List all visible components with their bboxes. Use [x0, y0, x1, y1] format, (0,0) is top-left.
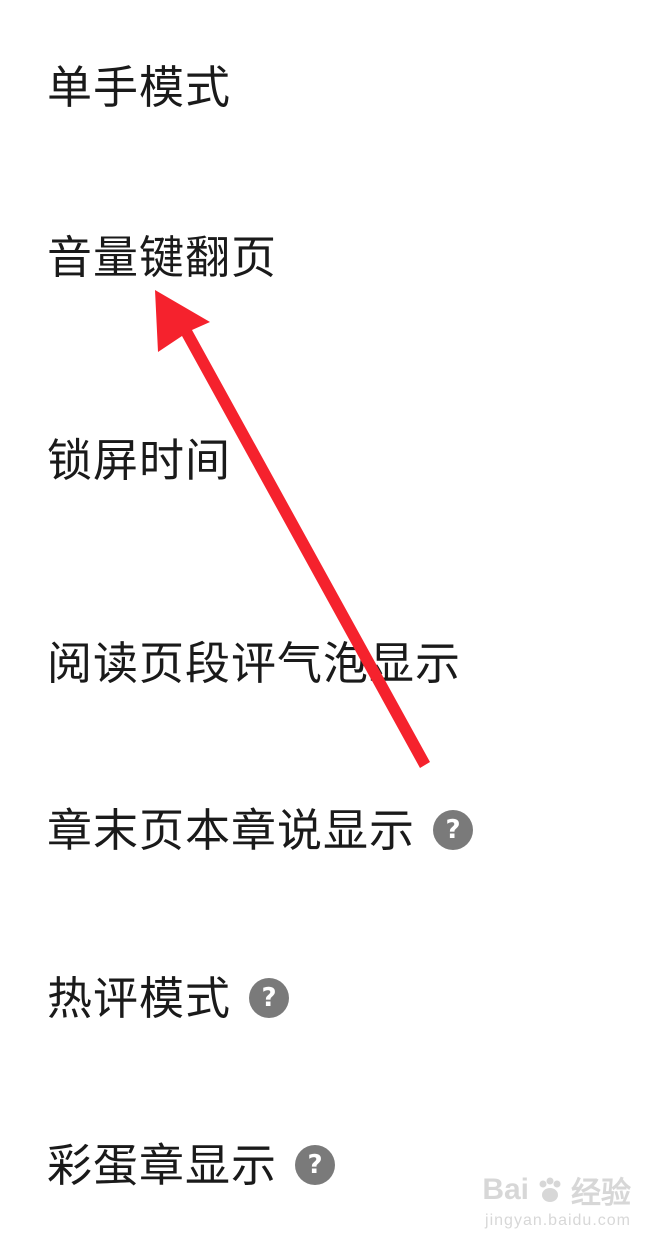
setting-label: 锁屏时间: [47, 433, 232, 487]
setting-row-paragraph-comment-bubble[interactable]: 阅读页段评气泡显示: [0, 608, 661, 718]
setting-label: 音量键翻页: [47, 230, 278, 284]
setting-row-one-hand-mode[interactable]: 单手模式: [0, 32, 661, 142]
setting-label: 阅读页段评气泡显示: [47, 636, 462, 690]
setting-label: 彩蛋章显示: [47, 1138, 278, 1192]
help-icon[interactable]: ?: [249, 978, 290, 1018]
help-icon[interactable]: ?: [433, 810, 474, 850]
watermark-brand-suffix: 经验: [571, 1177, 631, 1210]
settings-list: 单手模式 音量键翻页 锁屏时间 阅读页段评气泡显示 章末页本章说显示 ? 热评模…: [0, 0, 661, 1250]
setting-label: 热评模式: [47, 971, 232, 1025]
watermark: Bai 经验 jingyan.baidu.com: [482, 1168, 631, 1230]
watermark-domain: jingyan.baidu.com: [485, 1212, 631, 1229]
setting-row-volume-key-page-turn[interactable]: 音量键翻页: [0, 202, 661, 312]
setting-row-lock-screen-time[interactable]: 锁屏时间: [0, 405, 661, 515]
setting-row-chapter-end-comment[interactable]: 章末页本章说显示 ?: [0, 775, 661, 885]
watermark-brand: Bai: [482, 1173, 529, 1206]
setting-label: 章末页本章说显示: [47, 803, 416, 857]
help-icon[interactable]: ?: [295, 1145, 336, 1185]
paw-icon: [539, 1177, 561, 1202]
setting-label: 单手模式: [47, 60, 232, 114]
watermark-logo: Bai 经验: [482, 1168, 631, 1212]
setting-row-hot-comment-mode[interactable]: 热评模式 ?: [0, 943, 661, 1053]
